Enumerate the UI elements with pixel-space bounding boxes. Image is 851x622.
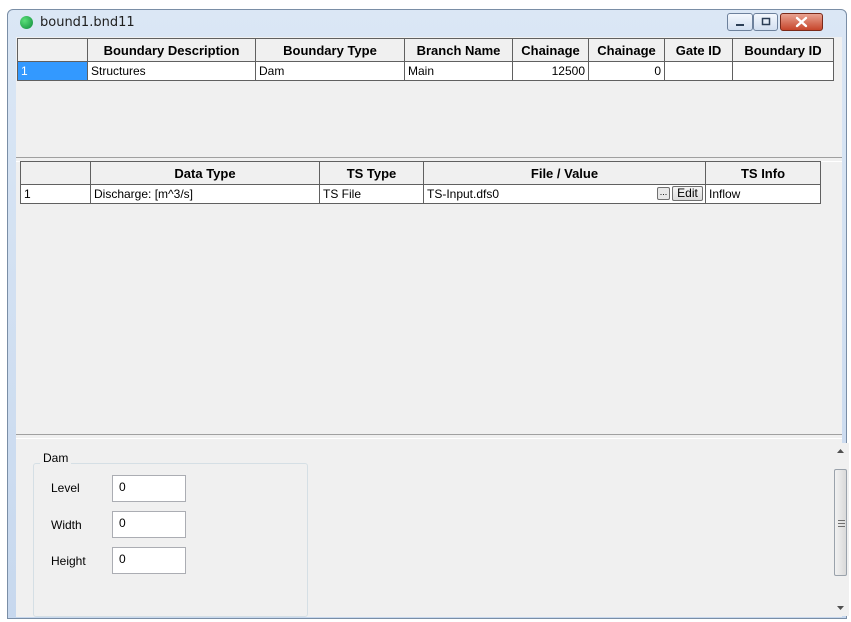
column-header-branch-name[interactable]: Branch Name <box>404 38 513 62</box>
boundary-id-cell[interactable] <box>732 61 834 81</box>
gate-id-cell[interactable] <box>664 61 733 81</box>
timeseries-grid-header: Data Type TS Type File / Value TS Info <box>20 161 821 185</box>
ts-type-cell[interactable]: TS File <box>319 184 424 204</box>
column-header-ts-type[interactable]: TS Type <box>319 161 424 185</box>
column-header-boundary-id[interactable]: Boundary ID <box>732 38 834 62</box>
chainage-2-cell[interactable]: 0 <box>588 61 665 81</box>
boundary-grid[interactable]: Boundary Description Boundary Type Branc… <box>17 38 834 81</box>
close-icon <box>795 16 808 28</box>
column-header <box>20 161 91 185</box>
column-header <box>17 38 88 62</box>
column-header-ts-info[interactable]: TS Info <box>705 161 821 185</box>
edit-button[interactable]: Edit <box>672 186 703 201</box>
table-row[interactable]: 1 Structures Dam Main 12500 0 <box>17 61 834 81</box>
timeseries-grid[interactable]: Data Type TS Type File / Value TS Info 1… <box>20 161 821 204</box>
file-value-cell[interactable]: TS-Input.dfs0 ... Edit <box>423 184 706 204</box>
file-value-text: TS-Input.dfs0 <box>427 187 500 201</box>
level-field[interactable]: 0 <box>112 475 186 502</box>
boundary-window: bound1.bnd11 Boundary Description Bounda… <box>7 9 849 619</box>
dam-group-title: Dam <box>40 451 72 465</box>
level-label: Level <box>51 481 80 495</box>
column-header-data-type[interactable]: Data Type <box>90 161 320 185</box>
vertical-scrollbar[interactable] <box>832 443 849 616</box>
chevron-down-icon <box>837 606 844 610</box>
column-header-chainage-2[interactable]: Chainage <box>588 38 665 62</box>
maximize-icon <box>761 17 771 26</box>
height-field[interactable]: 0 <box>112 547 186 574</box>
column-header-gate-id[interactable]: Gate ID <box>664 38 733 62</box>
ts-info-cell[interactable]: Inflow <box>705 184 821 204</box>
column-header-boundary-type[interactable]: Boundary Type <box>255 38 405 62</box>
minimize-icon <box>736 24 744 26</box>
window-title: bound1.bnd11 <box>40 15 135 30</box>
column-header-file-value[interactable]: File / Value <box>423 161 706 185</box>
close-button[interactable] <box>780 13 823 31</box>
chainage-cell[interactable]: 12500 <box>512 61 589 81</box>
column-header-chainage[interactable]: Chainage <box>512 38 589 62</box>
width-field[interactable]: 0 <box>112 511 186 538</box>
row-index-cell[interactable]: 1 <box>20 184 91 204</box>
maximize-button[interactable] <box>753 13 778 31</box>
boundary-grid-header: Boundary Description Boundary Type Branc… <box>17 38 834 62</box>
grip-icon <box>838 520 845 527</box>
column-header-boundary-description[interactable]: Boundary Description <box>87 38 256 62</box>
app-icon <box>20 16 33 29</box>
client-area: Boundary Description Boundary Type Branc… <box>16 37 849 617</box>
boundary-type-cell[interactable]: Dam <box>255 61 405 81</box>
scroll-up-button[interactable] <box>832 443 849 460</box>
minimize-button[interactable] <box>727 13 753 31</box>
boundary-description-cell[interactable]: Structures <box>87 61 256 81</box>
title-bar[interactable]: bound1.bnd11 <box>8 10 846 38</box>
scroll-thumb[interactable] <box>834 469 847 576</box>
chevron-up-icon <box>837 449 844 453</box>
width-label: Width <box>51 518 82 532</box>
scroll-down-button[interactable] <box>832 599 849 616</box>
row-index-cell[interactable]: 1 <box>17 61 88 81</box>
splitter-bottom[interactable] <box>16 434 842 439</box>
branch-name-cell[interactable]: Main <box>404 61 513 81</box>
table-row[interactable]: 1 Discharge: [m^3/s] TS File TS-Input.df… <box>20 184 821 204</box>
browse-button[interactable]: ... <box>657 187 670 200</box>
data-type-cell[interactable]: Discharge: [m^3/s] <box>90 184 320 204</box>
height-label: Height <box>51 554 86 568</box>
